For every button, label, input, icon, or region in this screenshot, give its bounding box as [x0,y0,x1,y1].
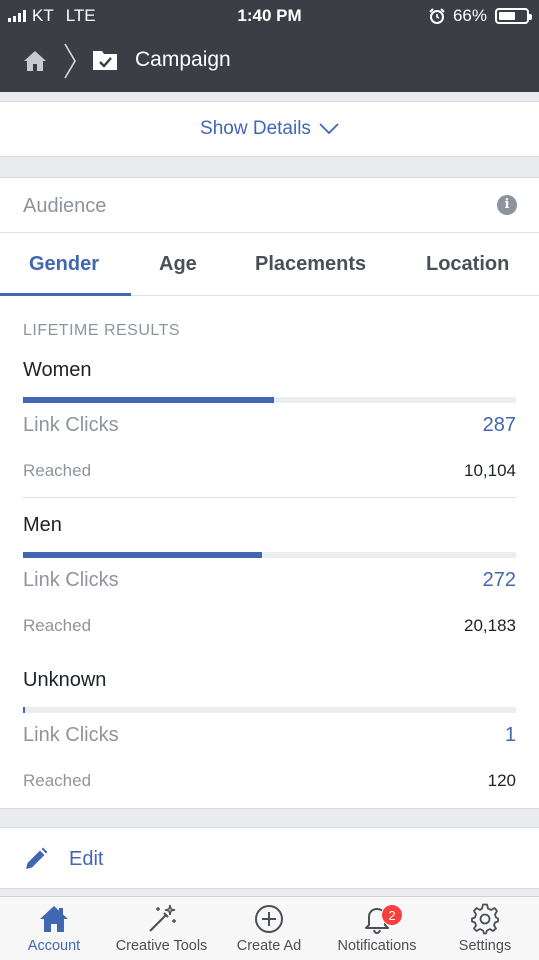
reached-label: Reached [23,771,92,790]
tab-label: Notifications [337,938,417,954]
share-bar [23,552,516,558]
tab-gender[interactable]: Gender [29,253,99,276]
home-icon[interactable] [22,48,48,74]
share-bar [23,397,516,403]
group-name: Women [23,359,92,381]
tab-age[interactable]: Age [159,253,197,276]
share-bar [23,707,516,713]
plus-circle-icon [255,905,283,933]
link-clicks-label: Link Clicks [23,414,119,436]
tab-placements[interactable]: Placements [255,253,366,276]
tab-creative-tools[interactable]: Creative Tools [108,897,215,960]
tab-label: Account [27,938,81,954]
tab-location[interactable]: Location [426,253,509,276]
show-details-card: Show Details [0,101,539,157]
page-title: Campaign [135,48,231,71]
link-clicks-value[interactable]: 287 [483,414,516,437]
audience-title: Audience [23,195,107,217]
reached-value: 120 [487,771,516,790]
notification-badge: 2 [381,904,403,926]
pencil-icon [26,847,48,869]
group-name: Unknown [23,669,107,691]
reached-value: 20,183 [464,616,516,635]
tab-label: Create Ad [236,938,302,954]
audience-header: Audience i [0,178,539,233]
show-details-label: Show Details [200,118,311,139]
chevron-down-icon [319,123,339,135]
share-bar-fill [23,397,275,403]
tab-create-ad[interactable]: Create Ad [215,897,323,960]
navigation-bar: Campaign [0,36,539,86]
active-tab-indicator [0,293,131,296]
section-label: LIFETIME RESULTS [23,322,181,339]
home-icon [40,906,68,932]
tab-label: Creative Tools [115,938,208,954]
status-bar: KT LTE 1:40 PM 66% [0,0,539,32]
link-clicks-value[interactable]: 1 [505,724,516,747]
breadcrumb-chevron-icon [64,43,76,79]
group-name: Men [23,514,62,536]
link-clicks-label: Link Clicks [23,724,119,746]
campaign-folder-icon [93,51,117,70]
alarm-icon [429,8,445,24]
tab-account[interactable]: Account [0,897,108,960]
info-icon[interactable]: i [497,195,517,215]
audience-tabs: Gender Age Placements Location [0,233,539,296]
tab-settings[interactable]: Settings [431,897,539,960]
link-clicks-value[interactable]: 272 [483,569,516,592]
reached-label: Reached [23,616,92,635]
link-clicks-label: Link Clicks [23,569,119,591]
tab-notifications[interactable]: 2 Notifications [323,897,431,960]
gear-icon [471,903,499,935]
share-bar-fill [23,707,25,713]
reached-value: 10,104 [464,461,516,480]
show-details-button[interactable]: Show Details [0,118,539,140]
bottom-tab-bar: Account Creative Tools Create Ad 2 Notif… [0,896,539,960]
edit-button[interactable]: Edit [0,827,539,889]
divider [23,497,516,498]
tab-label: Settings [458,938,512,954]
edit-label: Edit [69,848,104,870]
battery-percent: 66% [452,6,487,25]
reached-label: Reached [23,461,92,480]
top-bar: KT LTE 1:40 PM 66% Campaign [0,0,539,92]
share-bar-fill [23,552,263,558]
battery-icon [495,8,532,24]
audience-card: Audience i Gender Age Placements Locatio… [0,177,539,809]
magic-wand-icon [148,904,176,932]
